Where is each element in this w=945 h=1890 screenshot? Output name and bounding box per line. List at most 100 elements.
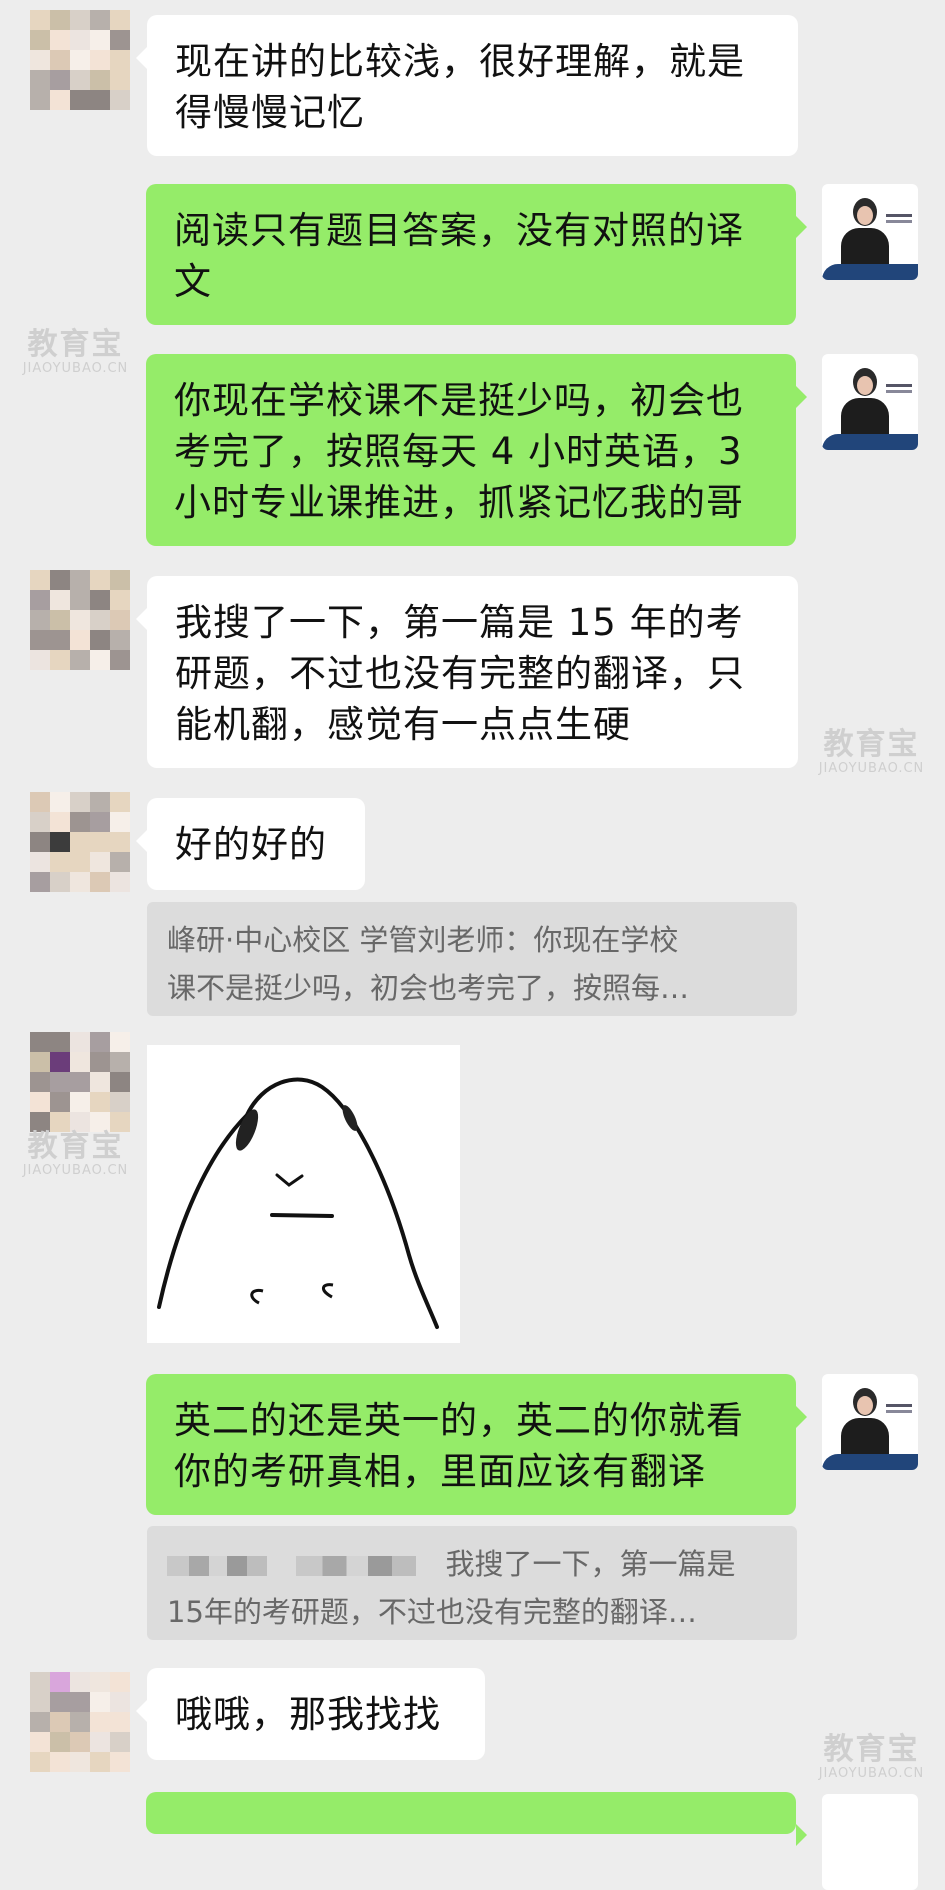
quoted-reply[interactable]: 我搜了一下，第一篇是 15年的考研题，不过也没有完整的翻译… xyxy=(147,1526,797,1640)
watermark-subtext: JIAOYUBAO.CN xyxy=(818,761,925,776)
avatar-pixel xyxy=(30,570,50,590)
avatar-pixel xyxy=(50,1032,70,1052)
avatar-pixel xyxy=(90,1052,110,1072)
avatar-pixel xyxy=(110,792,130,812)
avatar-pixel xyxy=(110,1112,130,1132)
avatar-pixel xyxy=(50,1672,70,1692)
message-bubble-outgoing[interactable]: 英二的还是英一的，英二的你就看 你的考研真相，里面应该有翻译 xyxy=(146,1374,807,1515)
avatar-pixel xyxy=(50,10,70,30)
avatar-pixel xyxy=(50,1112,70,1132)
avatar-pixel xyxy=(110,852,130,872)
avatar-pixel xyxy=(30,812,50,832)
message-bubble-outgoing[interactable]: 阅读只有题目答案，没有对照的译 文 xyxy=(146,184,807,325)
contact-avatar[interactable] xyxy=(30,10,130,110)
blurred-sender-name xyxy=(167,1556,267,1576)
avatar-pixel xyxy=(30,1692,50,1712)
message-line: 我搜了一下，第一篇是 15 年的考 xyxy=(175,601,744,644)
avatar-pixel xyxy=(70,10,90,30)
contact-avatar[interactable] xyxy=(30,792,130,892)
teacher-avatar[interactable] xyxy=(822,1794,918,1890)
avatar-pixel xyxy=(70,30,90,50)
avatar-pixel xyxy=(70,70,90,90)
avatar-pixel xyxy=(30,1672,50,1692)
avatar-pixel xyxy=(110,50,130,70)
avatar-pixel xyxy=(50,90,70,110)
message-bubble-outgoing[interactable]: 你现在学校课不是挺少吗，初会也 考完了，按照每天 4 小时英语，3 小时专业课推… xyxy=(146,354,807,546)
avatar-pixel xyxy=(70,650,90,670)
quote-text: 我搜了一下，第一篇是 xyxy=(445,1547,736,1581)
avatar-pixel xyxy=(50,570,70,590)
avatar-pixel xyxy=(50,872,70,892)
message-bubble-incoming[interactable]: 哦哦，那我找找 xyxy=(136,1668,485,1760)
message-line: 阅读只有题目答案，没有对照的译 xyxy=(174,209,744,252)
message-line: 你现在学校课不是挺少吗，初会也 xyxy=(174,379,744,422)
message-bubble-outgoing-partial[interactable] xyxy=(146,1792,807,1846)
avatar-pixel xyxy=(30,1092,50,1112)
watermark-text: 教育宝 xyxy=(823,727,920,762)
message-line: 得慢慢记忆 xyxy=(175,91,365,134)
avatar-pixel xyxy=(70,852,90,872)
avatar-pixel xyxy=(90,30,110,50)
message-bubble-incoming[interactable]: 好的好的 xyxy=(136,798,365,890)
avatar-pixel xyxy=(50,1692,70,1712)
avatar-pixel xyxy=(30,30,50,50)
avatar-pixel xyxy=(70,1712,90,1732)
avatar-pixel xyxy=(30,1052,50,1072)
message-line: 考完了，按照每天 4 小时英语，3 xyxy=(174,430,743,473)
avatar-pixel xyxy=(90,10,110,30)
avatar-pixel xyxy=(70,872,90,892)
watermark-text: 教育宝 xyxy=(823,1732,920,1767)
avatar-pixel xyxy=(90,1712,110,1732)
watermark-subtext: JIAOYUBAO.CN xyxy=(22,361,129,376)
contact-avatar[interactable] xyxy=(30,1672,130,1772)
avatar-pixel xyxy=(110,1692,130,1712)
avatar-pixel xyxy=(50,30,70,50)
avatar-pixel xyxy=(70,1752,90,1772)
avatar-pixel xyxy=(90,70,110,90)
avatar-pixel xyxy=(30,832,50,852)
avatar-pixel xyxy=(90,590,110,610)
avatar-pixel xyxy=(70,630,90,650)
contact-avatar[interactable] xyxy=(30,1032,130,1132)
avatar-pixel xyxy=(110,1032,130,1052)
avatar-pixel xyxy=(90,812,110,832)
message-line: 哦哦，那我找找 xyxy=(175,1693,441,1736)
avatar-pixel xyxy=(70,90,90,110)
contact-avatar[interactable] xyxy=(30,570,130,670)
teacher-avatar[interactable] xyxy=(822,354,918,450)
avatar-pixel xyxy=(110,10,130,30)
watermark-subtext: JIAOYUBAO.CN xyxy=(22,1163,129,1178)
avatar-pixel xyxy=(110,1052,130,1072)
avatar-pixel xyxy=(50,70,70,90)
avatar-pixel xyxy=(50,630,70,650)
avatar-pixel xyxy=(90,610,110,630)
avatar-pixel xyxy=(30,852,50,872)
avatar-pixel xyxy=(110,832,130,852)
avatar-pixel xyxy=(110,1072,130,1092)
avatar-pixel xyxy=(50,1712,70,1732)
teacher-avatar[interactable] xyxy=(822,184,918,280)
doodle-face-icon xyxy=(157,1077,439,1329)
message-bubble-incoming[interactable]: 我搜了一下，第一篇是 15 年的考 研题，不过也没有完整的翻译，只 能机翻，感觉… xyxy=(136,576,798,768)
doodle-face-sticker[interactable] xyxy=(147,1045,460,1343)
avatar-pixel xyxy=(50,852,70,872)
avatar-pixel xyxy=(110,1712,130,1732)
avatar-pixel xyxy=(90,1032,110,1052)
message-bubble-incoming[interactable]: 现在讲的比较浅，很好理解，就是 得慢慢记忆 xyxy=(136,15,798,156)
avatar-pixel xyxy=(70,812,90,832)
avatar-pixel xyxy=(70,610,90,630)
avatar-pixel xyxy=(110,630,130,650)
avatar-pixel xyxy=(50,650,70,670)
avatar-pixel xyxy=(30,70,50,90)
avatar-pixel xyxy=(70,590,90,610)
avatar-pixel xyxy=(110,650,130,670)
message-line: 现在讲的比较浅，很好理解，就是 xyxy=(175,40,745,83)
avatar-pixel xyxy=(90,832,110,852)
avatar-pixel xyxy=(30,650,50,670)
avatar-pixel xyxy=(50,1752,70,1772)
teacher-avatar[interactable] xyxy=(822,1374,918,1470)
avatar-pixel xyxy=(50,1052,70,1072)
avatar-pixel xyxy=(90,90,110,110)
avatar-pixel xyxy=(70,1092,90,1112)
quoted-reply[interactable]: 峰研·中心校区 学管刘老师：你现在学校 课不是挺少吗，初会也考完了，按照每… xyxy=(147,902,797,1016)
